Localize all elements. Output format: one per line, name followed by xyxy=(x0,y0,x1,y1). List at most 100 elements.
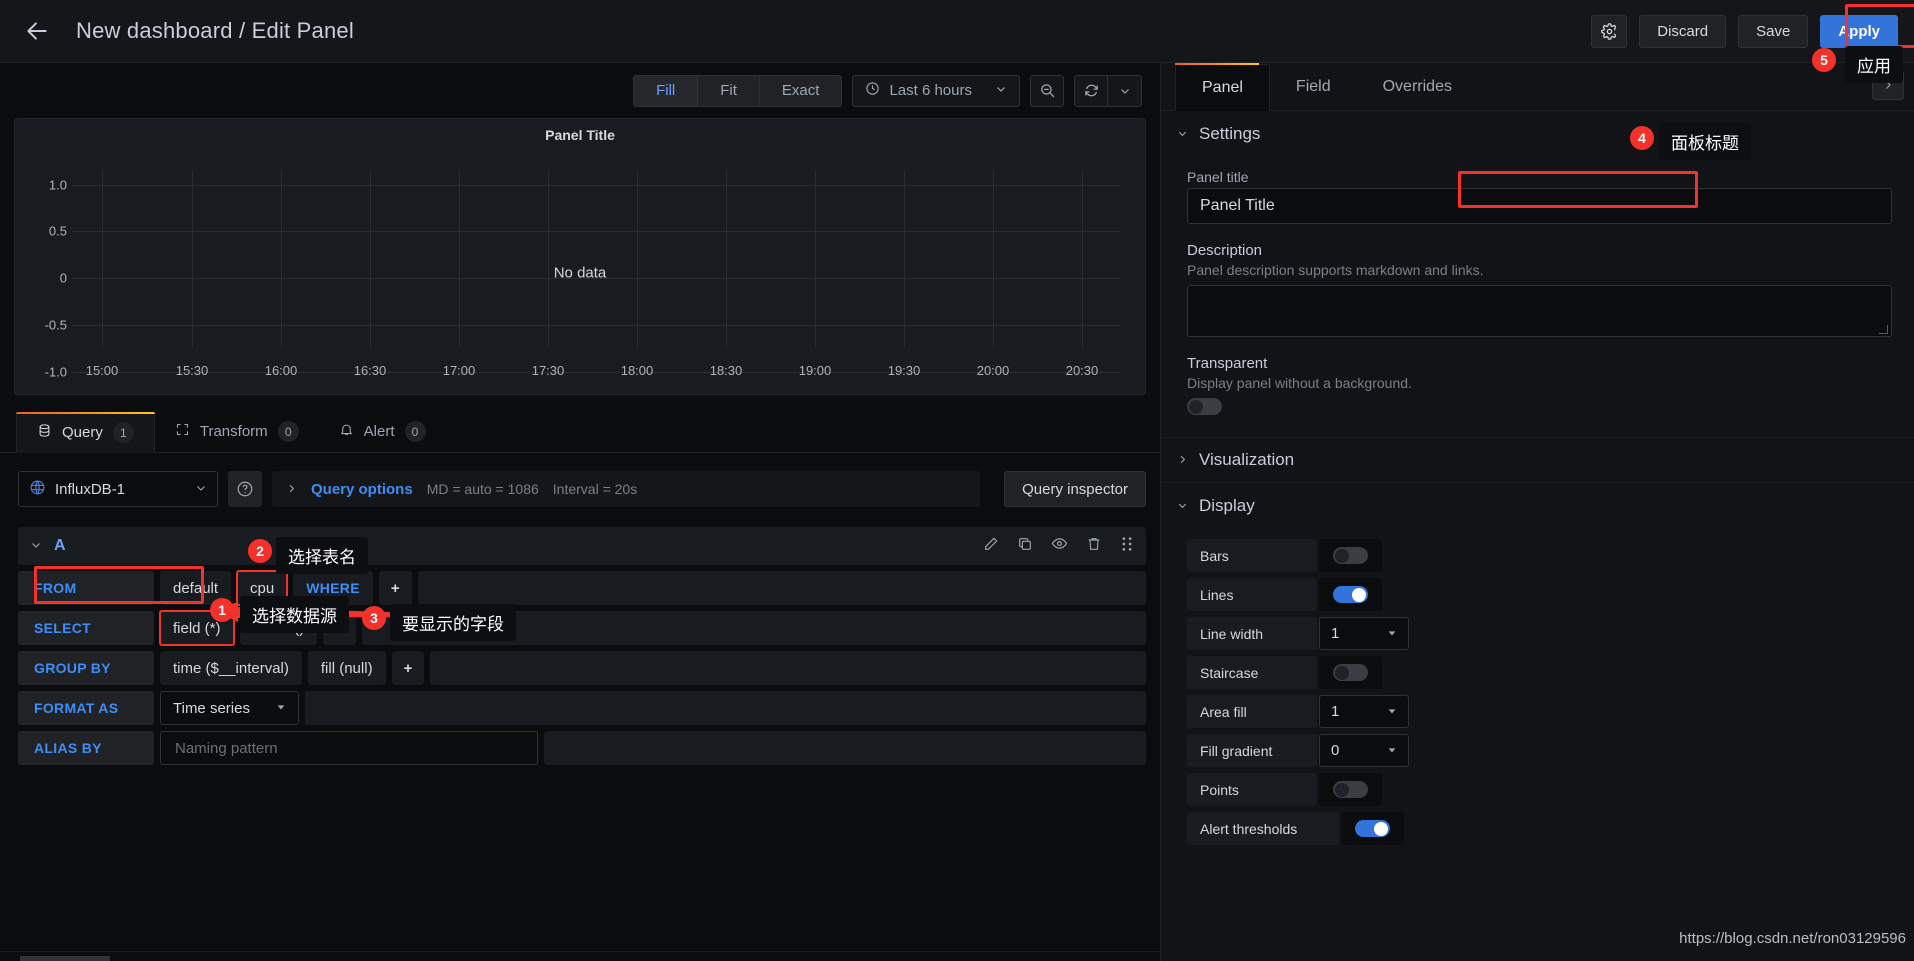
x-tick-4: 17:00 xyxy=(442,363,476,378)
bottom-strip xyxy=(0,951,1160,961)
x-tick-7: 18:30 xyxy=(709,363,743,378)
resize-grip-icon[interactable] xyxy=(1879,325,1888,334)
datasource-name: InfluxDB-1 xyxy=(55,480,126,498)
grafana-edit-panel-app: New dashboard / Edit Panel Discard Save … xyxy=(0,0,1914,961)
area-fill-select[interactable]: 1 xyxy=(1319,695,1409,728)
alias-by-input[interactable]: Naming pattern xyxy=(160,731,538,765)
query-a-name: A xyxy=(54,537,66,554)
tab-field[interactable]: Field xyxy=(1270,63,1357,110)
line-width-value: 1 xyxy=(1331,625,1340,642)
refresh-interval-dropdown[interactable] xyxy=(1108,74,1142,107)
back-arrow-icon[interactable] xyxy=(20,14,54,48)
query-inspector-button[interactable]: Query inspector xyxy=(1004,471,1146,507)
query-row-group-by: GROUP BY time ($__interval) fill (null) … xyxy=(18,651,1146,685)
display-label-points: Points xyxy=(1187,773,1317,806)
trash-icon[interactable] xyxy=(1086,536,1102,557)
y-tick-3: 0 xyxy=(59,270,67,286)
graph-panel: Panel Title 1.0 0.5 0 -0.5 -1.0 15:00 15… xyxy=(14,118,1146,395)
segment-exact[interactable]: Exact xyxy=(759,74,843,107)
section-display-header[interactable]: Display xyxy=(1161,483,1914,529)
tab-transform[interactable]: Transform 0 xyxy=(155,411,319,452)
transparent-toggle[interactable] xyxy=(1187,398,1222,415)
pencil-icon[interactable] xyxy=(983,536,999,557)
chevron-right-icon xyxy=(1177,453,1187,468)
display-label-fill-gradient: Fill gradient xyxy=(1187,734,1317,767)
group-by-time-segment[interactable]: time ($__interval) xyxy=(160,651,302,685)
time-range-picker[interactable]: Last 6 hours xyxy=(852,74,1020,107)
tab-query[interactable]: Query 1 xyxy=(16,412,155,453)
page-title: New dashboard / Edit Panel xyxy=(76,18,354,43)
y-tick-1: 1.0 xyxy=(48,177,67,193)
query-options-bar[interactable]: Query options MD = auto = 1086 Interval … xyxy=(272,471,981,507)
fill-gradient-select[interactable]: 0 xyxy=(1319,734,1409,767)
description-textarea[interactable] xyxy=(1187,285,1892,337)
x-tick-2: 16:00 xyxy=(264,363,298,378)
panel-title-input[interactable]: Panel Title xyxy=(1187,188,1892,224)
bottom-scroll-indicator xyxy=(20,956,110,961)
query-options-interval: Interval = 20s xyxy=(552,481,638,497)
tab-overrides[interactable]: Overrides xyxy=(1357,63,1478,110)
discard-button[interactable]: Discard xyxy=(1639,14,1727,48)
section-visualization-header[interactable]: Visualization xyxy=(1161,437,1914,483)
watermark-text: https://blog.csdn.net/ron03129596 xyxy=(1679,930,1906,947)
group-by-row-filler xyxy=(430,651,1146,685)
bars-toggle[interactable] xyxy=(1333,547,1368,564)
annotation-tip-3: 要显示的字段 xyxy=(390,604,516,641)
segment-fit[interactable]: Fit xyxy=(698,74,760,107)
zoom-out-button[interactable] xyxy=(1030,74,1064,107)
eye-icon[interactable] xyxy=(1051,535,1068,557)
lines-toggle[interactable] xyxy=(1333,586,1368,603)
annotation-badge-4: 4 xyxy=(1630,126,1654,150)
alias-by-row-filler xyxy=(544,731,1146,765)
x-tick-8: 19:00 xyxy=(798,363,832,378)
datasource-help-button[interactable] xyxy=(228,471,262,507)
tab-alert-label: Alert xyxy=(363,423,395,440)
line-width-select[interactable]: 1 xyxy=(1319,617,1409,650)
chevron-down-icon xyxy=(195,481,207,498)
format-as-select[interactable]: Time series xyxy=(160,691,299,725)
display-row-staircase: Staircase xyxy=(1187,656,1892,689)
group-by-add-button[interactable]: + xyxy=(391,651,425,685)
from-add-button[interactable]: + xyxy=(378,571,412,605)
x-tick-0: 15:00 xyxy=(85,363,119,378)
chevron-down-icon xyxy=(1177,127,1187,142)
annotation-badge-2: 2 xyxy=(248,539,272,563)
query-row-alias-by: ALIAS BY Naming pattern xyxy=(18,731,1146,765)
drag-handle-icon[interactable] xyxy=(1120,536,1134,557)
annotation-tip-5: 应用 xyxy=(1845,46,1903,83)
copy-icon[interactable] xyxy=(1017,536,1033,557)
segment-fill[interactable]: Fill xyxy=(633,74,699,107)
panel-options-pane: Panel Field Overrides Settings Panel tit… xyxy=(1160,63,1914,961)
display-options-list: Bars Lines Line width 1 Staircase Area f… xyxy=(1161,529,1914,845)
query-a-header[interactable]: A xyxy=(18,527,1146,565)
chevron-down-icon xyxy=(276,702,286,715)
tab-query-label: Query xyxy=(62,424,103,441)
x-tick-5: 17:30 xyxy=(531,363,565,378)
panel-title-label: Panel title xyxy=(1187,169,1249,185)
influxdb-icon xyxy=(29,479,46,500)
topnav-actions: Discard Save Apply xyxy=(1591,14,1898,48)
x-tick-1: 15:30 xyxy=(175,363,209,378)
group-by-fill-segment[interactable]: fill (null) xyxy=(307,651,386,685)
display-row-lines: Lines xyxy=(1187,578,1892,611)
options-pane-tabs: Panel Field Overrides xyxy=(1161,63,1914,111)
refresh-button[interactable] xyxy=(1074,74,1108,107)
staircase-toggle[interactable] xyxy=(1333,664,1368,681)
section-settings-header[interactable]: Settings xyxy=(1161,111,1914,157)
tab-panel[interactable]: Panel xyxy=(1175,64,1270,111)
points-toggle[interactable] xyxy=(1333,781,1368,798)
panel-settings-gear-button[interactable] xyxy=(1591,14,1628,48)
datasource-picker[interactable]: InfluxDB-1 xyxy=(18,471,218,507)
alert-thresholds-toggle[interactable] xyxy=(1355,820,1390,837)
tab-alert[interactable]: Alert 0 xyxy=(319,411,446,452)
apply-button[interactable]: Apply xyxy=(1820,14,1898,48)
annotation-badge-1: 1 xyxy=(210,598,234,622)
chevron-down-icon[interactable] xyxy=(30,539,42,554)
save-button[interactable]: Save xyxy=(1738,14,1809,48)
query-options-label[interactable]: Query options xyxy=(311,481,413,498)
y-tick-5: -1.0 xyxy=(44,364,67,380)
section-visualization-title: Visualization xyxy=(1199,450,1295,469)
display-row-area-fill: Area fill 1 xyxy=(1187,695,1892,728)
query-key-from: FROM xyxy=(18,571,154,605)
display-row-line-width: Line width 1 xyxy=(1187,617,1892,650)
